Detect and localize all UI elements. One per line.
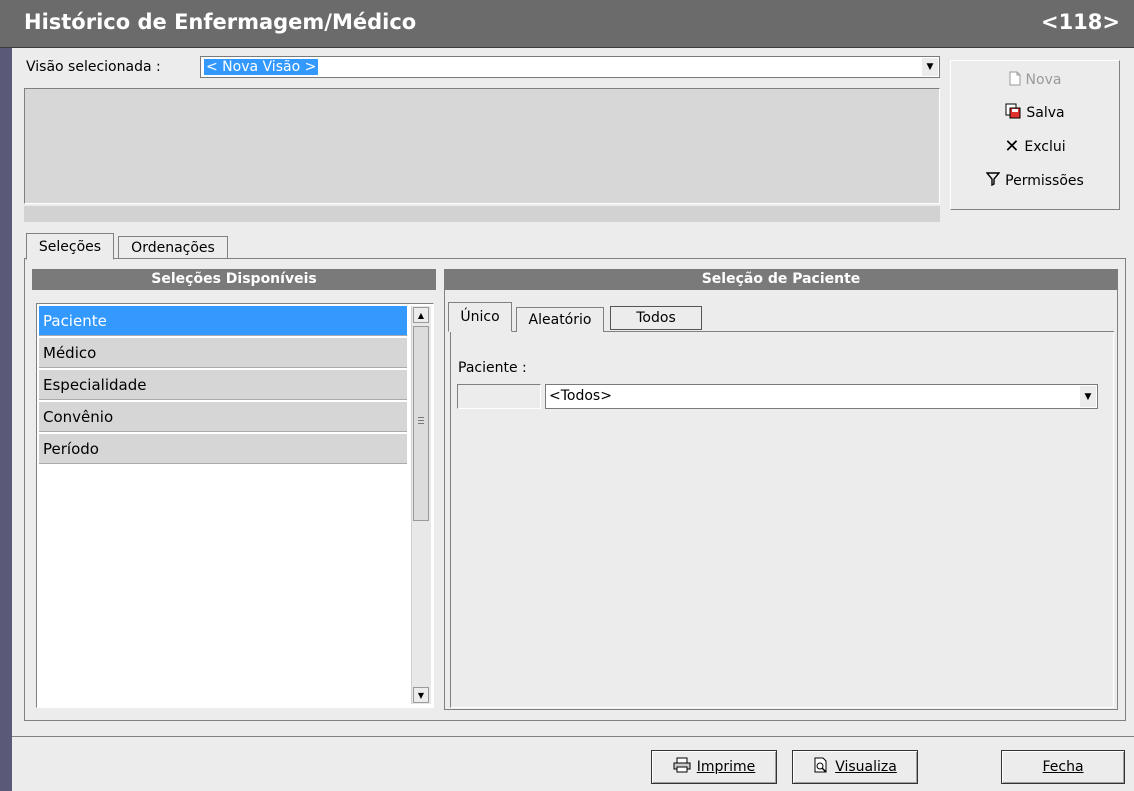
list-item-especialidade[interactable]: Especialidade	[39, 370, 407, 400]
window-code: <118>	[1040, 10, 1120, 34]
list-item-medico[interactable]: Médico	[39, 338, 407, 368]
vertical-scrollbar[interactable]: ▲ ▼	[411, 306, 431, 704]
list-item-paciente[interactable]: Paciente	[39, 306, 407, 336]
exclui-button[interactable]: ✕ Exclui	[952, 132, 1118, 162]
nova-button[interactable]: Nova	[952, 65, 1118, 95]
tab-todos[interactable]: Todos	[610, 306, 702, 330]
delete-x-icon: ✕	[1004, 136, 1020, 157]
vision-status-bar	[24, 206, 940, 222]
list-item-convenio[interactable]: Convênio	[39, 402, 407, 432]
scroll-down-icon[interactable]: ▼	[413, 687, 429, 703]
window-title: Histórico de Enfermagem/Médico	[24, 10, 417, 34]
vision-description[interactable]	[24, 88, 940, 204]
chevron-down-icon[interactable]: ▼	[1080, 386, 1096, 407]
new-document-icon	[1009, 71, 1021, 90]
fecha-button[interactable]: Fecha	[1001, 750, 1125, 784]
printer-icon	[673, 757, 691, 777]
salva-button[interactable]: Salva	[952, 98, 1118, 128]
preview-icon	[813, 757, 829, 777]
available-list[interactable]: Paciente Médico Especialidade Convênio P…	[36, 303, 434, 708]
left-edge	[0, 48, 12, 791]
permissoes-button[interactable]: Permissões	[952, 166, 1118, 196]
vision-select-value: < Nova Visão >	[204, 59, 319, 75]
available-header: Seleções Disponíveis	[32, 269, 436, 290]
paciente-code-input[interactable]	[457, 384, 541, 409]
save-icon	[1005, 103, 1021, 123]
tab-selecoes[interactable]: Seleções	[26, 233, 114, 260]
scroll-up-icon[interactable]: ▲	[413, 307, 429, 323]
title-bar: Histórico de Enfermagem/Médico <118>	[0, 0, 1134, 48]
tab-aleatorio[interactable]: Aleatório	[516, 307, 604, 332]
footer-divider	[12, 736, 1134, 737]
vision-select[interactable]: < Nova Visão > ▼	[200, 56, 940, 78]
filter-funnel-icon	[985, 172, 1001, 190]
scrollbar-thumb[interactable]	[413, 326, 429, 521]
visualiza-button[interactable]: Visualiza	[792, 750, 918, 784]
vision-label: Visão selecionada :	[26, 59, 161, 75]
paciente-select-value: <Todos>	[549, 388, 612, 404]
paciente-label: Paciente :	[458, 360, 527, 376]
chevron-down-icon[interactable]: ▼	[922, 58, 938, 76]
paciente-select[interactable]: <Todos> ▼	[545, 384, 1098, 409]
tab-unico[interactable]: Único	[448, 302, 512, 332]
list-item-periodo[interactable]: Período	[39, 434, 407, 464]
patient-header: Seleção de Paciente	[444, 269, 1118, 290]
imprime-button[interactable]: Imprime	[651, 750, 777, 784]
available-list-items: Paciente Médico Especialidade Convênio P…	[39, 306, 407, 706]
tab-ordenacoes[interactable]: Ordenações	[118, 236, 228, 258]
